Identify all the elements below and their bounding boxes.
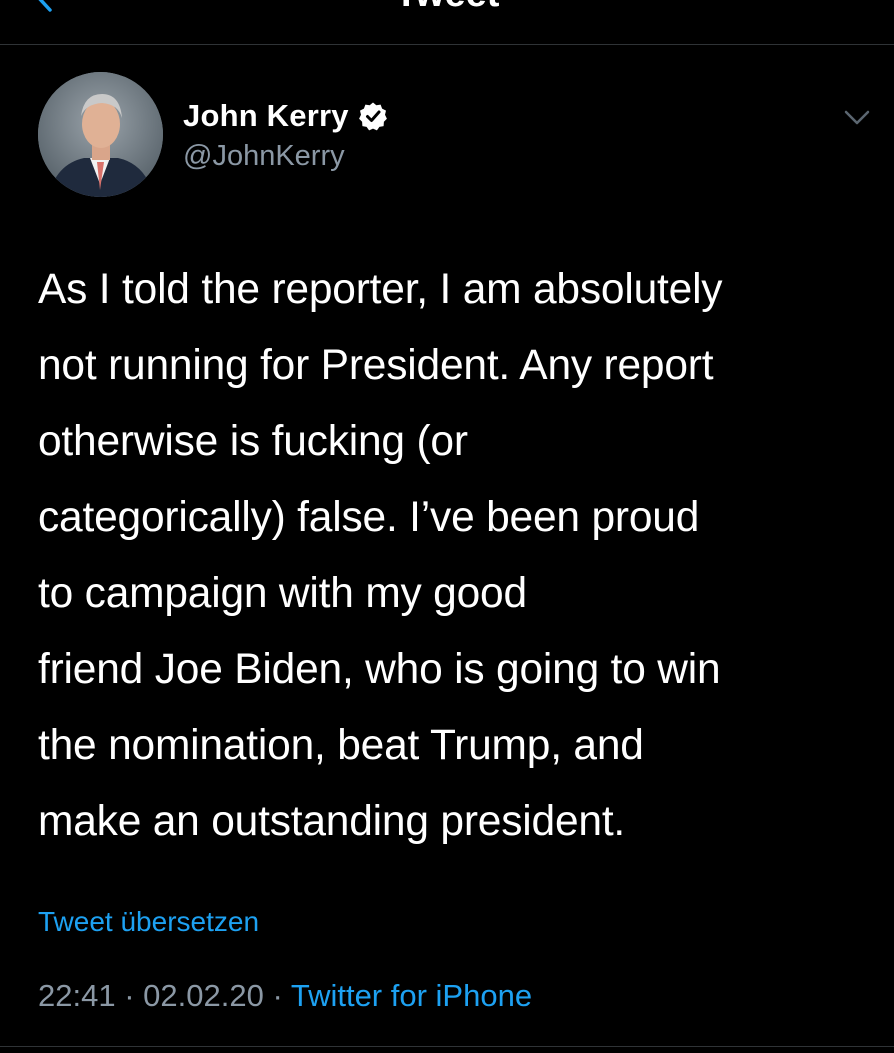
tweet-date: 02.02.20	[143, 978, 264, 1013]
tweet-metadata: 22:41 · 02.02.20 · Twitter for iPhone	[38, 978, 532, 1014]
author-display-name[interactable]: John Kerry	[183, 98, 349, 134]
chevron-down-icon[interactable]	[842, 104, 872, 130]
tweet-time: 22:41	[38, 978, 116, 1013]
author-name-row: John Kerry	[183, 96, 388, 136]
avatar[interactable]	[38, 72, 163, 197]
divider	[0, 1046, 894, 1047]
tweet-source-link[interactable]: Twitter for iPhone	[291, 978, 532, 1013]
meta-separator: ·	[124, 978, 135, 1013]
tweet-text: As I told the reporter, I am absolutely …	[38, 266, 723, 845]
translate-tweet-link[interactable]: Tweet übersetzen	[38, 906, 259, 938]
meta-separator: ·	[272, 978, 283, 1013]
top-navigation-bar: Tweet	[0, 0, 894, 45]
avatar-portrait-icon	[38, 72, 163, 197]
verified-badge-icon	[358, 102, 387, 131]
author-handle[interactable]: @JohnKerry	[183, 140, 345, 173]
page-title: Tweet	[0, 0, 894, 16]
